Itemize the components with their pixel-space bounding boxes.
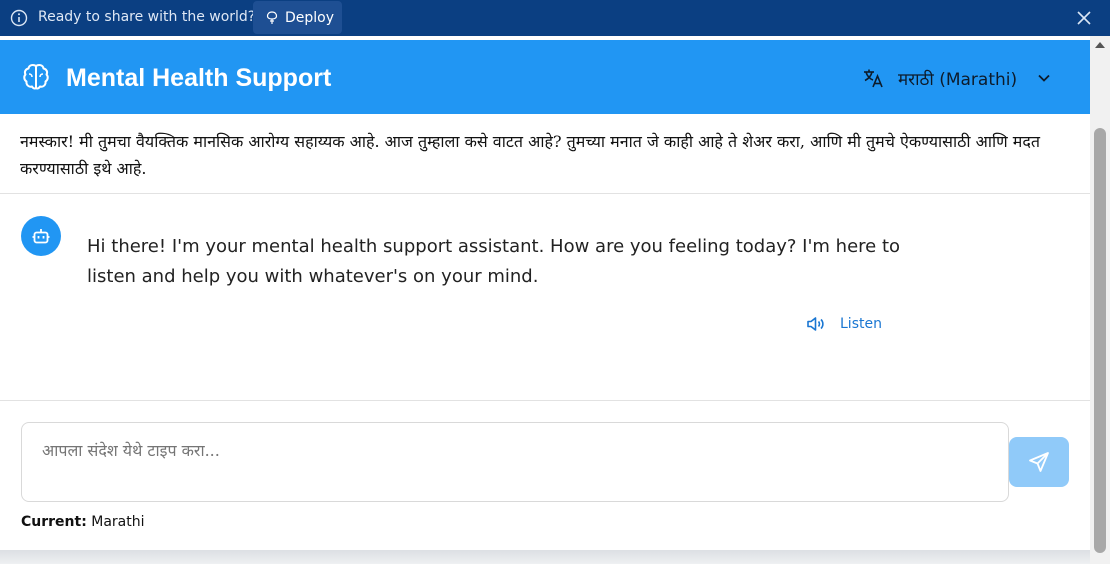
send-button[interactable] bbox=[1009, 437, 1069, 487]
info-icon bbox=[10, 9, 28, 27]
deploy-icon bbox=[266, 10, 278, 24]
message-input[interactable] bbox=[21, 422, 1009, 502]
speaker-icon bbox=[807, 317, 824, 331]
listen-label: Listen bbox=[840, 316, 882, 332]
deploy-banner: Ready to share with the world? Deploy bbox=[0, 0, 1110, 36]
app-header: Mental Health Support मराठी (Marathi) bbox=[0, 40, 1090, 114]
close-icon[interactable] bbox=[1075, 9, 1093, 27]
app-frame: Mental Health Support मराठी (Marathi) नम… bbox=[0, 36, 1110, 564]
brain-icon bbox=[23, 63, 49, 90]
composer-divider bbox=[0, 400, 1090, 401]
app-title: Mental Health Support bbox=[66, 64, 332, 92]
scrollbar[interactable] bbox=[1090, 36, 1110, 564]
current-value: Marathi bbox=[91, 514, 145, 530]
listen-button[interactable]: Listen bbox=[806, 315, 882, 333]
language-selector[interactable]: मराठी (Marathi) bbox=[862, 64, 1051, 92]
scroll-up-arrow-icon[interactable] bbox=[1095, 42, 1105, 48]
scrollbar-thumb[interactable] bbox=[1094, 128, 1106, 553]
deploy-button[interactable]: Deploy bbox=[253, 1, 342, 34]
banner-message: Ready to share with the world? bbox=[38, 9, 256, 25]
bot-avatar bbox=[21, 216, 61, 256]
current-label: Current: bbox=[21, 514, 87, 530]
greeting-text: नमस्कार! मी तुमचा वैयक्तिक मानसिक आरोग्य… bbox=[0, 114, 1090, 194]
deploy-label: Deploy bbox=[285, 9, 335, 26]
assistant-message: Hi there! I'm your mental health support… bbox=[87, 236, 901, 287]
chat-area: Hi there! I'm your mental health support… bbox=[0, 195, 1090, 400]
current-language-status: Current: Marathi bbox=[21, 514, 145, 530]
send-icon bbox=[1029, 452, 1049, 472]
robot-icon bbox=[32, 229, 50, 244]
card-shadow bbox=[0, 550, 1090, 564]
translate-icon bbox=[864, 69, 883, 88]
language-label: मराठी (Marathi) bbox=[898, 69, 1018, 90]
chevron-down-icon bbox=[1038, 74, 1050, 82]
